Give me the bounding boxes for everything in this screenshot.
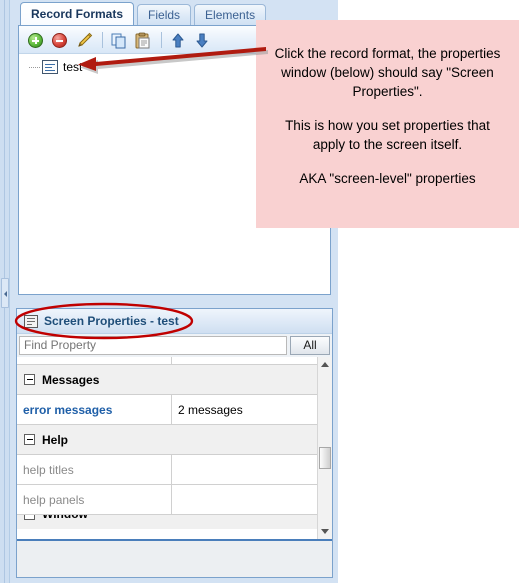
property-value-error-messages[interactable]: 2 messages bbox=[172, 395, 317, 424]
properties-header: Screen Properties - test bbox=[17, 309, 332, 334]
arrow-up-icon bbox=[172, 33, 184, 47]
copy-icon bbox=[111, 33, 126, 48]
group-header-window[interactable]: Window bbox=[17, 515, 317, 529]
find-property-row: All bbox=[17, 334, 332, 356]
group-label-messages: Messages bbox=[42, 372, 100, 387]
group-header-messages[interactable]: Messages bbox=[17, 365, 317, 395]
scroll-down-icon[interactable] bbox=[318, 524, 332, 539]
callout-line-3: AKA "screen-level" properties bbox=[299, 171, 476, 186]
rename-button[interactable] bbox=[73, 29, 95, 51]
toolbar-separator-2 bbox=[161, 31, 162, 48]
tree-item-label: test bbox=[63, 60, 83, 74]
panel-splitter-handle[interactable] bbox=[1, 278, 9, 308]
table-row-partial bbox=[17, 357, 317, 365]
move-down-button[interactable] bbox=[191, 29, 213, 51]
screen-properties-frame: Screen Properties - test All Messages er… bbox=[16, 308, 333, 578]
tab-elements-label: Elements bbox=[205, 8, 256, 22]
group-label-window: Window bbox=[42, 515, 88, 521]
tab-fields[interactable]: Fields bbox=[137, 4, 192, 26]
paste-button[interactable] bbox=[132, 29, 154, 51]
callout-line-2: This is how you set properties that appl… bbox=[285, 118, 490, 152]
screen-properties-panel: Screen Properties - test All Messages er… bbox=[10, 303, 338, 583]
copy-button[interactable] bbox=[108, 29, 130, 51]
property-name-help-titles: help titles bbox=[17, 455, 172, 484]
table-row[interactable]: help panels bbox=[17, 485, 317, 515]
move-up-button[interactable] bbox=[167, 29, 189, 51]
tab-record-formats[interactable]: Record Formats bbox=[20, 2, 135, 26]
tree-connector bbox=[29, 59, 42, 75]
properties-footer bbox=[17, 539, 332, 577]
record-format-icon bbox=[42, 60, 58, 74]
delete-icon bbox=[52, 32, 67, 48]
add-icon bbox=[28, 32, 43, 48]
arrow-down-icon bbox=[196, 33, 208, 47]
collapse-icon[interactable] bbox=[24, 434, 35, 445]
page-title: Screen Properties - test bbox=[44, 314, 179, 328]
tab-record-formats-label: Record Formats bbox=[31, 7, 124, 21]
pencil-icon bbox=[78, 32, 93, 47]
property-name-help-panels: help panels bbox=[17, 485, 172, 514]
add-button[interactable] bbox=[25, 29, 47, 51]
property-value-help-titles[interactable] bbox=[172, 455, 317, 484]
scroll-up-icon[interactable] bbox=[318, 357, 332, 372]
group-header-help[interactable]: Help bbox=[17, 425, 317, 455]
properties-grid: Messages error messages 2 messages Help … bbox=[17, 357, 332, 539]
collapse-icon[interactable] bbox=[24, 374, 35, 385]
all-filter-button[interactable]: All bbox=[290, 335, 330, 355]
paste-icon bbox=[135, 32, 150, 48]
scrollbar-thumb[interactable] bbox=[319, 447, 331, 469]
property-name-error-messages: error messages bbox=[17, 395, 172, 424]
delete-button[interactable] bbox=[49, 29, 71, 51]
properties-icon bbox=[24, 314, 38, 328]
toolbar-separator-1 bbox=[102, 31, 103, 48]
annotation-callout: Click the record format, the properties … bbox=[256, 20, 519, 228]
table-row[interactable]: help titles bbox=[17, 455, 317, 485]
table-row[interactable]: error messages 2 messages bbox=[17, 395, 317, 425]
properties-grid-rows: Messages error messages 2 messages Help … bbox=[17, 357, 317, 539]
tree-item-test[interactable]: test bbox=[29, 58, 82, 76]
callout-line-1: Click the record format, the properties … bbox=[274, 46, 501, 99]
properties-scrollbar[interactable] bbox=[317, 357, 332, 539]
find-property-input[interactable] bbox=[19, 335, 287, 355]
collapse-icon[interactable] bbox=[24, 515, 35, 520]
group-label-help: Help bbox=[42, 432, 69, 447]
property-value-help-panels[interactable] bbox=[172, 485, 317, 514]
tab-fields-label: Fields bbox=[148, 8, 181, 22]
